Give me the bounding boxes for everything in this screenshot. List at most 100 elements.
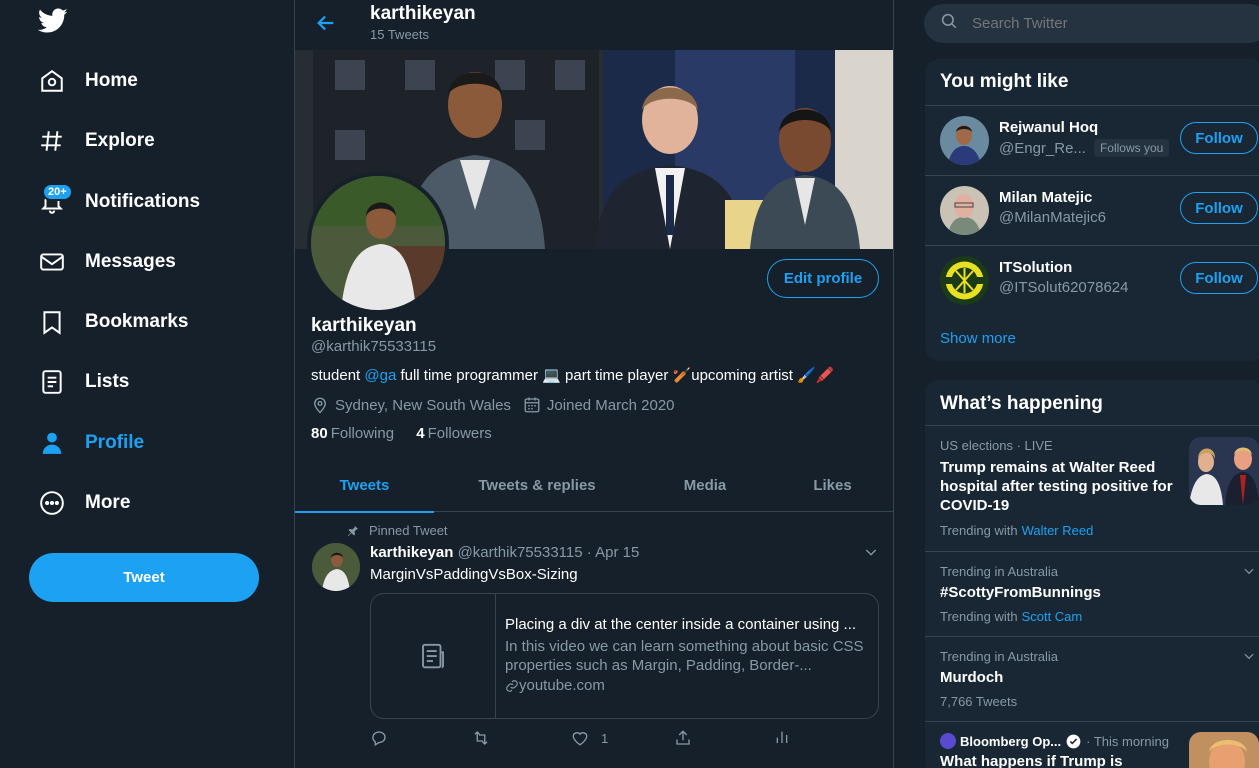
tweet-button[interactable]: Tweet (29, 553, 259, 602)
trend-meta: Trending in Australia (940, 564, 1059, 579)
pinned-label: Pinned Tweet (369, 523, 448, 538)
hashtag-icon (38, 127, 66, 155)
sidebar-item-label: Profile (85, 432, 145, 453)
trend-thumbnail (1189, 732, 1259, 768)
suggestion-name: ITSolution (999, 259, 1073, 276)
following-link[interactable]: 80 Following (311, 425, 394, 442)
sidebar-item-bookmarks[interactable]: Bookmarks (38, 302, 189, 342)
list-icon (38, 368, 66, 396)
sidebar-item-messages[interactable]: Messages (38, 242, 176, 282)
profile-bio: student @ga full time programmer 💻 part … (311, 366, 834, 384)
show-more-link[interactable]: Show more (940, 330, 1016, 347)
follow-button[interactable]: Follow (1180, 262, 1258, 294)
tweet-avatar[interactable] (312, 543, 360, 591)
tab-likes[interactable]: Likes (770, 458, 893, 512)
chevron-down-icon[interactable] (1242, 564, 1256, 583)
share-icon[interactable] (674, 729, 692, 747)
tweet-handle[interactable]: @karthik75533115 (458, 544, 583, 561)
profile-location: Sydney, New South Wales (335, 396, 511, 414)
tweet-author[interactable]: karthikeyan (370, 544, 453, 561)
following-label: Following (330, 425, 395, 442)
trend-sub-text: Trending with (940, 523, 1018, 538)
trend-meta: Trending in Australia (940, 649, 1059, 664)
trend-item[interactable]: Bloomberg Op... · This morning What happ… (925, 721, 1259, 768)
tab-tweets[interactable]: Tweets (295, 458, 434, 513)
sidebar-item-label: Bookmarks (85, 311, 189, 332)
analytics-icon[interactable] (774, 729, 790, 745)
twitter-bird-icon[interactable] (37, 8, 70, 38)
tweet-text: MarginVsPaddingVsBox-Sizing (370, 566, 578, 583)
follows-you-badge: Follows you (1093, 139, 1170, 157)
profile-column: karthikeyan 15 Tweets Edit profile karth… (294, 0, 894, 768)
follow-suggestion[interactable]: ITSolution @ITSolut62078624 Follow (925, 245, 1259, 315)
chevron-down-icon[interactable] (863, 544, 879, 565)
tab-media[interactable]: Media (640, 458, 770, 512)
sidebar-item-home[interactable]: Home (38, 61, 138, 101)
sidebar-item-label: Notifications (85, 191, 201, 212)
sidebar-item-lists[interactable]: Lists (38, 362, 129, 402)
follow-button[interactable]: Follow (1180, 192, 1258, 224)
pin-icon (348, 525, 358, 536)
trend-name: What happens if Trump is (940, 753, 1123, 768)
heart-icon (572, 732, 588, 746)
trend-item[interactable]: Trending in Australia Murdoch 7,766 Twee… (925, 636, 1259, 721)
calendar-icon (524, 397, 540, 413)
bio-mention-link[interactable]: @ga (364, 367, 396, 384)
whats-happening-title: What’s happening (940, 393, 1103, 414)
search-bar[interactable] (924, 4, 1259, 43)
trend-name: Trump remains at Walter Reed hospital af… (940, 459, 1173, 514)
suggestion-handle: @MilanMatejic6 (999, 209, 1106, 226)
search-input[interactable] (972, 15, 1222, 32)
tweet-date[interactable]: · Apr 15 (587, 544, 640, 561)
trend-sub: Trending with Scott Cam (940, 609, 1082, 624)
follow-suggestion[interactable]: Milan Matejic @MilanMatejic6 Follow (925, 175, 1259, 245)
like-button[interactable]: 1 (571, 729, 608, 747)
retweet-icon[interactable] (471, 729, 491, 747)
profile-avatar[interactable] (307, 172, 449, 314)
profile-tabs: Tweets Tweets & replies Media Likes (295, 458, 893, 513)
suggestion-name: Milan Matejic (999, 189, 1093, 206)
trend-name: #ScottyFromBunnings (940, 584, 1101, 601)
tab-tweets-replies[interactable]: Tweets & replies (434, 458, 640, 512)
chevron-down-icon[interactable] (1242, 649, 1256, 668)
sidebar-item-explore[interactable]: Explore (38, 121, 155, 161)
bio-text: student (311, 367, 365, 384)
follow-button[interactable]: Follow (1180, 122, 1258, 154)
follow-suggestion[interactable]: Rejwanul Hoq @Engr_Re... Follows you Fol… (925, 105, 1259, 175)
pinned-tweet[interactable]: Pinned Tweet karthikeyan @karthik7553311… (295, 512, 893, 768)
notification-badge: 20+ (42, 183, 73, 201)
profile-header-bar: karthikeyan 15 Tweets (295, 0, 893, 50)
sidebar-item-notifications[interactable]: 20+ Notifications (38, 182, 200, 222)
trend-name: Murdoch (940, 669, 1004, 686)
card-domain-text: youtube.com (519, 677, 605, 694)
trend-meta: US elections · LIVE (940, 438, 1053, 453)
profile-handle: @karthik75533115 (311, 338, 437, 355)
verified-badge-icon (1066, 734, 1081, 748)
document-icon (371, 594, 496, 718)
avatar (940, 116, 989, 165)
profile-joined: Joined March 2020 (546, 396, 675, 414)
edit-profile-button[interactable]: Edit profile (767, 259, 879, 298)
card-description: In this video we can learn something abo… (505, 638, 864, 674)
avatar (940, 186, 989, 235)
sidebar-item-profile[interactable]: Profile (38, 423, 144, 463)
trend-link[interactable]: Scott Cam (1022, 609, 1083, 624)
sidebar-item-label: More (85, 492, 131, 513)
location-pin-icon (314, 397, 326, 414)
reply-icon[interactable] (370, 729, 388, 747)
profile-meta: Sydney, New South Wales Joined March 202… (311, 396, 675, 414)
link-card[interactable]: Placing a div at the center inside a con… (370, 593, 879, 719)
link-icon (506, 679, 518, 692)
sidebar-item-label: Lists (85, 371, 130, 392)
trend-sub: 7,766 Tweets (940, 694, 1018, 709)
trend-item[interactable]: Trending in Australia #ScottyFromBunning… (925, 551, 1259, 636)
avatar (940, 256, 989, 305)
followers-link[interactable]: 4 Followers (416, 425, 492, 442)
trend-link[interactable]: Walter Reed (1022, 523, 1094, 538)
suggestion-name: Rejwanul Hoq (999, 119, 1099, 136)
bloomberg-logo-icon (940, 733, 956, 749)
trend-item[interactable]: US elections · LIVE Trump remains at Wal… (925, 425, 1259, 551)
sidebar-item-more[interactable]: More (38, 483, 130, 523)
back-arrow-icon[interactable] (315, 12, 339, 36)
tweet-header: karthikeyan @karthik75533115 · Apr 15 (370, 544, 639, 561)
